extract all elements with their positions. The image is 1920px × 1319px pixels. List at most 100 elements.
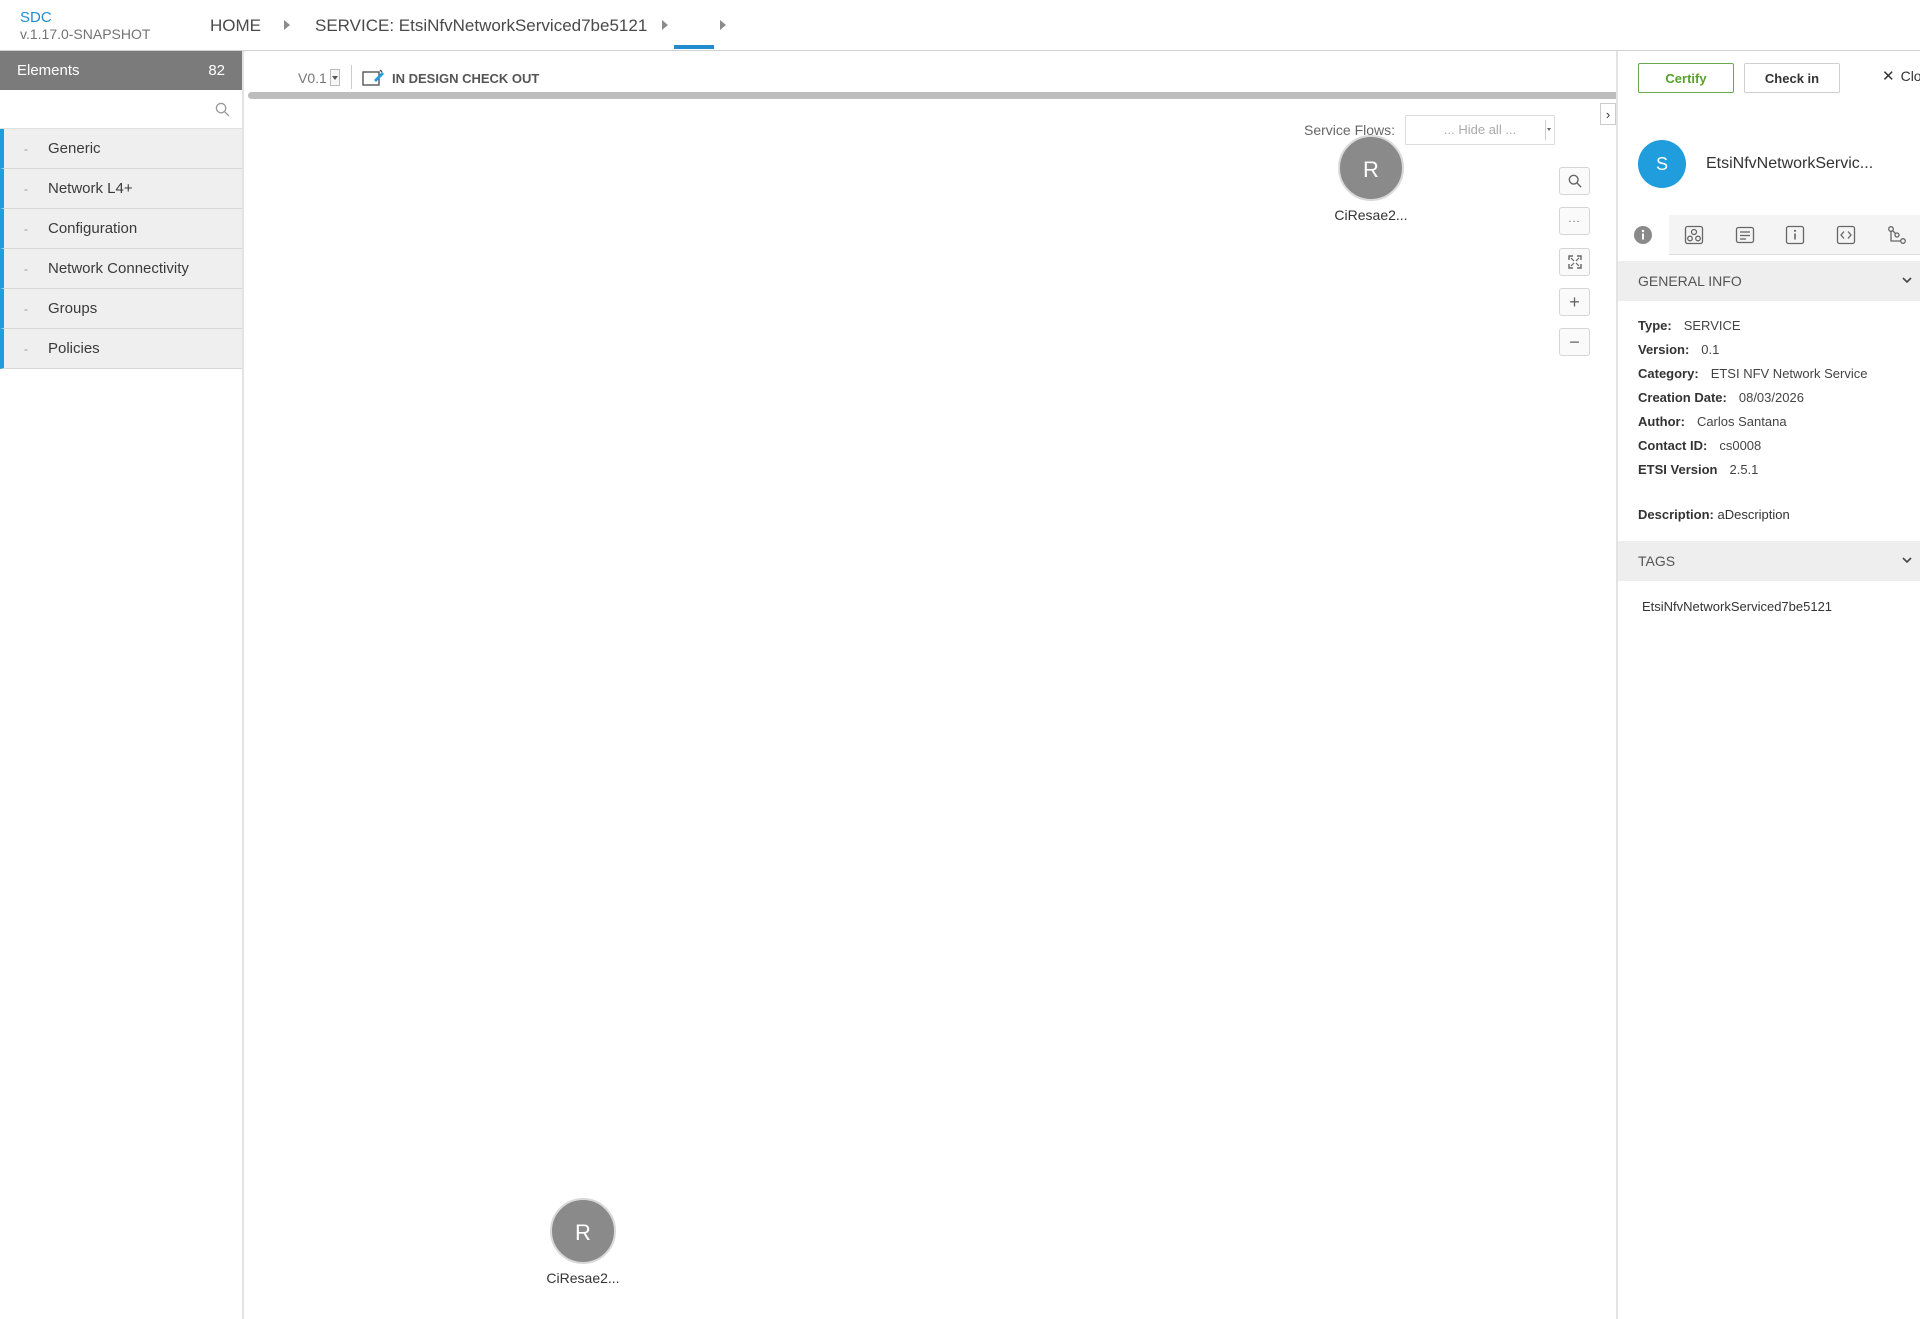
composition-icon	[1684, 225, 1704, 244]
service-avatar: S	[1638, 140, 1686, 188]
more-options-button[interactable]: ...	[1559, 207, 1590, 235]
palette-group-network-connectivity[interactable]: - Network Connectivity	[0, 249, 242, 289]
info-key: Creation Date:	[1638, 389, 1727, 405]
fit-to-screen-icon	[1567, 255, 1582, 269]
info-key: ETSI Version	[1638, 461, 1718, 477]
service-name: EtsiNfvNetworkServic...	[1706, 155, 1874, 172]
palette-search-input[interactable]	[0, 90, 242, 128]
top-navigation-bar: SDC v.1.17.0-SNAPSHOT HOME SERVICE: Etsi…	[0, 0, 1920, 51]
collapse-dash-icon: -	[24, 301, 28, 316]
collapse-dash-icon: -	[24, 341, 28, 356]
info-row-etsi-version: ETSI Version 2.5.1	[1638, 457, 1867, 481]
collapse-dash-icon: -	[24, 261, 28, 276]
palette-group-label: Groups	[48, 300, 98, 317]
collapse-dash-icon: -	[24, 181, 28, 196]
collapse-dash-icon: -	[24, 141, 28, 156]
breadcrumb-arrow-icon[interactable]	[284, 20, 290, 30]
palette-group-label: Network L4+	[48, 180, 133, 197]
chevron-down-icon[interactable]	[1900, 273, 1914, 287]
palette-group-label: Policies	[48, 340, 100, 357]
breadcrumb-arrow-icon[interactable]	[720, 20, 726, 30]
fit-to-screen-button[interactable]	[1559, 248, 1590, 276]
breadcrumb-arrow-icon[interactable]	[662, 20, 668, 30]
info-value: 08/03/2026	[1738, 389, 1804, 405]
info-value: SERVICE	[1683, 317, 1741, 333]
palette-group-policies[interactable]: - Policies	[0, 329, 242, 369]
info-row-creation-date: Creation Date: 08/03/2026	[1638, 385, 1867, 409]
node-icon[interactable]: R	[1338, 135, 1404, 201]
palette-search	[0, 90, 242, 129]
check-in-button[interactable]: Check in	[1744, 63, 1840, 93]
breadcrumb-service[interactable]: SERVICE: EtsiNfvNetworkServiced7be5121	[315, 0, 647, 51]
zoom-in-button[interactable]: +	[1559, 288, 1590, 316]
service-flows-dropdown[interactable]: ... Hide all ...	[1405, 115, 1556, 145]
chevron-down-icon[interactable]	[1900, 553, 1914, 567]
app-version: v.1.17.0-SNAPSHOT	[20, 26, 151, 42]
palette-title: Elements	[17, 62, 80, 79]
general-info-section-header[interactable]: GENERAL INFO	[1618, 261, 1920, 301]
certify-button[interactable]: Certify	[1638, 63, 1734, 93]
node-icon[interactable]: R	[550, 1198, 616, 1264]
tab-relations[interactable]	[1871, 215, 1920, 255]
zoom-out-button[interactable]: −	[1559, 328, 1590, 356]
tags-section-header[interactable]: TAGS	[1618, 541, 1920, 581]
service-header: S EtsiNfvNetworkServic...	[1618, 135, 1920, 193]
canvas-toolbar: V0.1 IN DESIGN CHECK OUT	[246, 51, 1616, 95]
composition-canvas[interactable]: V0.1 IN DESIGN CHECK OUT Service Flows: …	[246, 51, 1898, 1319]
chevron-right-icon: ›	[1605, 106, 1611, 122]
canvas-node[interactable]: R CiResae2...	[538, 1198, 628, 1286]
tab-api[interactable]	[1820, 215, 1872, 255]
info-row-version: Version: 0.1	[1638, 337, 1867, 361]
search-icon[interactable]	[215, 102, 230, 117]
close-button[interactable]: ✕ Clo	[1882, 67, 1920, 85]
service-flows-value: ... Hide all ...	[1443, 122, 1517, 137]
edit-document-icon	[362, 69, 384, 86]
ellipsis-icon: ...	[1568, 213, 1581, 225]
info-row-type: Type: SERVICE	[1638, 313, 1867, 337]
app-brand[interactable]: SDC v.1.17.0-SNAPSHOT	[20, 10, 150, 41]
info-row-contact-id: Contact ID: cs0008	[1638, 433, 1867, 457]
elements-palette: Elements 82 - Generic - Network L4+ - Co…	[0, 51, 244, 1319]
palette-count: 82	[208, 62, 225, 79]
canvas-node[interactable]: R CiResae2...	[1326, 135, 1416, 223]
palette-group-configuration[interactable]: - Configuration	[0, 209, 242, 249]
palette-group-groups[interactable]: - Groups	[0, 289, 242, 329]
palette-header: Elements 82	[0, 51, 242, 90]
chevron-down-icon[interactable]	[329, 69, 340, 86]
tab-general-info[interactable]	[1618, 215, 1669, 255]
palette-group-label: Network Connectivity	[48, 260, 189, 277]
description-value: aDescription	[1717, 507, 1790, 522]
search-canvas-button[interactable]	[1559, 167, 1590, 195]
palette-group-label: Configuration	[48, 220, 138, 237]
version-value: V0.1	[298, 69, 327, 86]
tab-composition[interactable]	[1668, 215, 1720, 255]
palette-group-label: Generic	[48, 140, 101, 157]
search-icon	[1568, 174, 1582, 188]
chevron-down-icon[interactable]	[1545, 120, 1552, 140]
code-icon	[1836, 225, 1856, 244]
description-key: Description:	[1638, 507, 1714, 522]
properties-icon	[1786, 225, 1805, 244]
palette-group-network-l4[interactable]: - Network L4+	[0, 169, 242, 209]
tab-properties[interactable]	[1770, 215, 1821, 255]
tag-item: EtsiNfvNetworkServiced7be5121	[1642, 599, 1833, 614]
info-value: Carlos Santana	[1696, 413, 1787, 429]
info-row-author: Author: Carlos Santana	[1638, 409, 1867, 433]
details-tabs	[1618, 215, 1920, 255]
app-name: SDC	[20, 9, 52, 26]
tab-deployment-artifacts[interactable]	[1719, 215, 1771, 255]
palette-group-generic[interactable]: - Generic	[0, 129, 242, 169]
document-icon	[1735, 226, 1754, 243]
tags-title: TAGS	[1638, 553, 1676, 569]
version-dropdown[interactable]: V0.1	[298, 69, 340, 86]
general-info-list: Type: SERVICE Version: 0.1 Category: ETS…	[1638, 313, 1867, 481]
plus-icon: +	[1569, 291, 1580, 312]
info-row-category: Category: ETSI NFV Network Service	[1638, 361, 1867, 385]
info-value: ETSI NFV Network Service	[1710, 365, 1868, 381]
relations-icon	[1887, 225, 1906, 244]
node-label: CiResae2...	[1334, 207, 1408, 223]
info-key: Contact ID:	[1638, 437, 1708, 453]
collapse-panel-button[interactable]: ›	[1600, 103, 1616, 125]
info-value: 0.1	[1701, 341, 1720, 357]
breadcrumb-home[interactable]: HOME	[210, 0, 261, 51]
